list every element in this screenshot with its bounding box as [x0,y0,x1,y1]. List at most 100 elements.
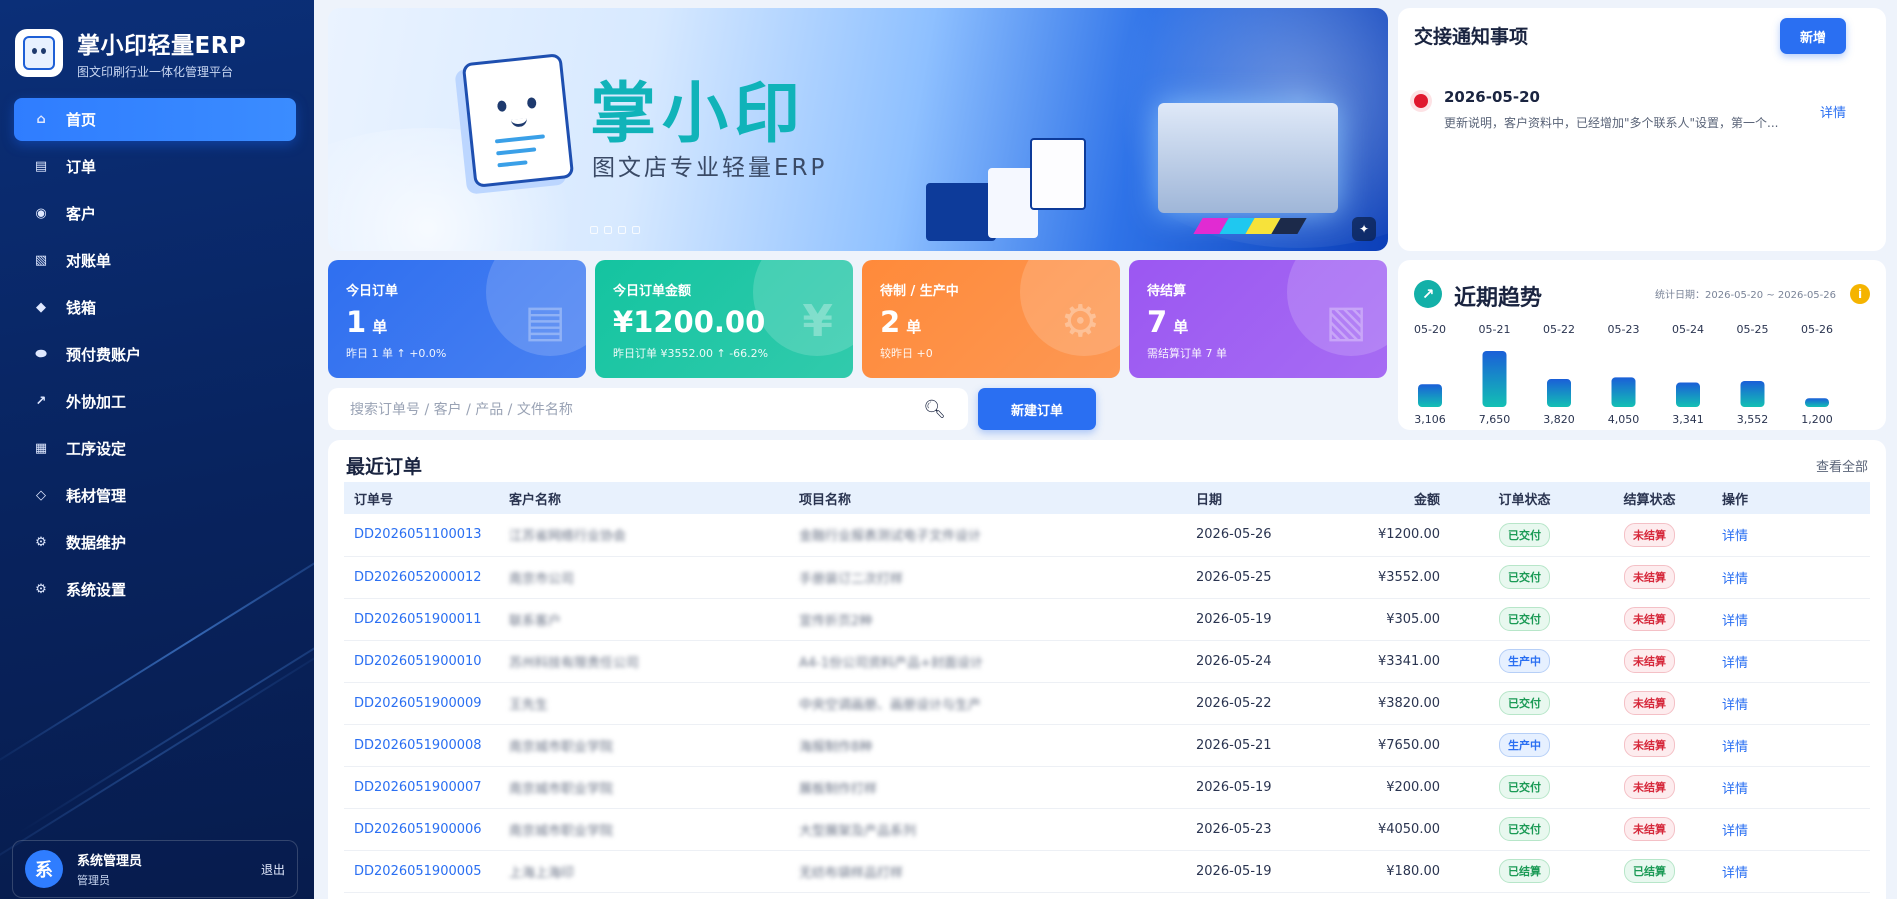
table-row[interactable]: DD2026051900010 苏州科技有限责任公司 A4-1份公司资料产品+封面设… [344,640,1870,683]
trend-bar[interactable] [1676,382,1700,407]
search-input[interactable]: 搜索订单号 / 客户 / 产品 / 文件名称 🔍︎ [328,388,968,430]
new-order-button[interactable]: 新建订单 [978,388,1096,430]
detail-link[interactable]: 详情 [1712,682,1870,725]
logout-button[interactable]: 退出 [261,861,285,878]
trend-bar[interactable] [1418,384,1442,407]
detail-link[interactable]: 详情 [1712,850,1870,893]
in-production-card[interactable]: ⚙ 待制 / 生产中 2 单较昨日 +0 [862,260,1120,378]
trend-bar[interactable] [1547,379,1571,407]
trend-bar-chart: 05-20 3,106 05-21 7,650 05-22 3,820 05-23 4,050… [1414,323,1833,426]
sidebar-item[interactable]: ⬬ 预付费账户 [14,333,296,376]
add-notice-button[interactable]: 新增 [1780,18,1846,54]
column-header[interactable]: 客户名称 [499,482,789,514]
column-header[interactable]: 订单状态 [1462,482,1587,514]
detail-link[interactable]: 详情 [1712,808,1870,851]
carousel-dots[interactable] [590,226,640,234]
project-name: 宣传折页2种 [789,598,1186,641]
pending-settlement-card[interactable]: ▧ 待结算 7 单需结算订单 7 单 [1129,260,1387,378]
table-row[interactable]: DD2026051900005 上海上海印 无纺布袋样品打样 2026-05-19 ¥1… [344,850,1870,893]
trend-bar[interactable] [1805,398,1829,407]
customer-name: 南京市公司 [499,556,789,599]
table-row[interactable]: DD2026051100013 江苏省网络行业协会 金融行业报表测试电子文件设计 20… [344,514,1870,557]
column-header[interactable]: 金额 [1312,482,1462,514]
order-id-link[interactable]: DD2026051900008 [344,724,499,767]
sidebar-item[interactable]: ↗ 外协加工 [14,380,296,423]
detail-link[interactable]: 详情 [1712,598,1870,641]
order-date: 2026-05-25 [1186,556,1312,599]
trend-value-label: 3,341 [1672,413,1704,426]
sidebar-item[interactable]: ▤ 订单 [14,145,296,188]
avatar[interactable]: 系 [25,850,63,888]
column-header[interactable]: 操作 [1712,482,1870,514]
column-header[interactable]: 日期 [1186,482,1312,514]
settle-status-badge: 未结算 [1624,649,1675,673]
order-id-link[interactable]: DD2026051900009 [344,682,499,725]
table-row[interactable]: DD2026051900006 南京城市职业学院 大型展架及产品系列 2026-05-… [344,808,1870,851]
detail-link[interactable]: 详情 [1712,514,1870,557]
table-row[interactable]: DD2026051900007 南京城市职业学院 展板制作打样 2026-05-19 ¥… [344,766,1870,809]
trend-x-tick: 05-21 [1479,323,1511,336]
detail-link[interactable]: 详情 [1712,556,1870,599]
order-id-link[interactable]: DD2026051900010 [344,640,499,683]
sidebar-item[interactable]: ▦ 工序设定 [14,427,296,470]
order-id-link[interactable]: DD2026052000012 [344,556,499,599]
promo-banner[interactable]: 掌小印 图文店专业轻量ERP ✦ [328,8,1388,251]
order-id-link[interactable]: DD2026051900011 [344,598,499,641]
stat-label: 待结算 [1147,284,1187,299]
user-name: 系统管理员 [77,854,143,869]
mascot-illustration [461,53,575,188]
table-row[interactable]: DD2026052000012 南京市公司 手册装订二次打样 2026-05-25 ¥3… [344,556,1870,599]
data-gear-icon: ⚙ [35,535,47,550]
sidebar-item[interactable]: ◉ 客户 [14,192,296,235]
trend-bar[interactable] [1740,380,1765,407]
project-name: 无纺布袋样品打样 [789,850,1186,893]
table-row[interactable]: DD2026051900011 联系客户 宣传折页2种 2026-05-19 ¥305.… [344,598,1870,641]
sidebar-item-label: 钱箱 [66,299,97,317]
trend-value-label: 4,050 [1608,413,1640,426]
column-header[interactable]: 项目名称 [789,482,1186,514]
detail-link[interactable]: 详情 [1712,766,1870,809]
sidebar-item[interactable]: ◇ 耗材管理 [14,474,296,517]
detail-link[interactable]: 详情 [1712,724,1870,767]
order-id-link[interactable]: DD2026051900007 [344,766,499,809]
trend-x-tick: 05-20 [1414,323,1446,336]
view-all-link[interactable]: 查看全部 [1816,456,1868,475]
customer-name: 南京城市职业学院 [499,724,789,767]
sidebar-item[interactable]: ⌂ 首页 [14,98,296,141]
order-amount: ¥180.00 [1312,850,1462,893]
order-status-cell: 已交付 [1462,556,1587,599]
column-header[interactable]: 订单号 [344,482,499,514]
sidebar-item[interactable]: ⚙ 数据维护 [14,521,296,564]
today-revenue-card[interactable]: ¥ 今日订单金额 ¥1200.00 昨日订单 ¥3552.00 ↑ -66.2% [595,260,853,378]
settle-status-cell: 未结算 [1587,724,1712,767]
customer-name: 江苏省网络行业协会 [499,514,789,557]
order-id-link[interactable]: DD2026051100013 [344,514,499,557]
trend-value-label: 1,200 [1801,413,1833,426]
order-date: 2026-05-22 [1186,682,1312,725]
box-illustration [926,183,996,241]
search-icon[interactable]: 🔍︎ [923,399,946,420]
sidebar-item[interactable]: ⚙ 系统设置 [14,568,296,611]
sidebar-nav: ⌂ 首页 ▤ 订单 ◉ 客户 ▧ 对账单 ◆ 钱箱 ⬬ 预付费账户 ↗ 外协加工 ▦ 工序设定 ◇ 耗材管理 ⚙ 数据… [14,98,296,615]
settle-status-badge: 未结算 [1624,607,1675,631]
trend-bar[interactable] [1482,351,1507,407]
today-orders-card[interactable]: ▤ 今日订单 1 单昨日 1 单 ↑ +0.0% [328,260,586,378]
table-row[interactable]: DD2026051900008 南京城市职业学院 海报制作8种 2026-05-21 ¥… [344,724,1870,767]
sidebar-item[interactable]: ▧ 对账单 [14,239,296,282]
magic-wand-icon[interactable]: ✦ [1352,217,1376,241]
trend-value-label: 3,820 [1543,413,1575,426]
sidebar-item[interactable]: ◆ 钱箱 [14,286,296,329]
order-id-link[interactable]: DD2026051900005 [344,850,499,893]
notice-date: 2026-05-20 [1444,88,1540,106]
column-header[interactable]: 结算状态 [1587,482,1712,514]
detail-link[interactable]: 详情 [1712,640,1870,683]
order-date: 2026-05-19 [1186,766,1312,809]
material-icon: ◇ [36,488,46,503]
notice-detail-link[interactable]: 详情 [1820,102,1846,121]
trend-bar[interactable] [1611,377,1636,407]
stat-value: ¥1200.00 [613,305,835,339]
order-amount: ¥305.00 [1312,598,1462,641]
outsource-icon: ↗ [35,394,47,409]
order-id-link[interactable]: DD2026051900006 [344,808,499,851]
table-row[interactable]: DD2026051900009 王先生 中央空调画册、画册设计与生产 2026-05-… [344,682,1870,725]
